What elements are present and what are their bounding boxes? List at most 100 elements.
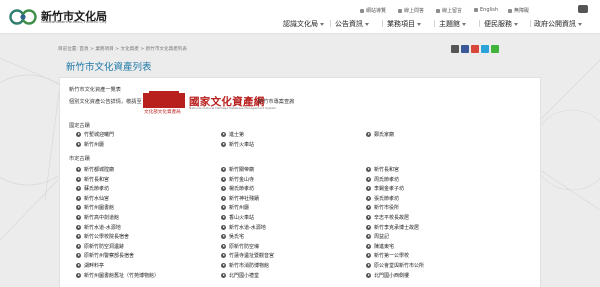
accessibility-link[interactable]: 無障礙	[508, 7, 529, 14]
list-item-label: 新竹長和宮	[374, 167, 400, 173]
site-header: 新竹市文化局 Cultural Affairs Bureau, Hsinchu …	[0, 0, 600, 34]
list-item-label: 新竹水仙宮	[84, 195, 110, 202]
list-item[interactable]: 李錫金孝子坊	[366, 185, 404, 192]
list-item[interactable]: 辛志平校長故居	[366, 214, 409, 221]
sitemap-link[interactable]: 網站導覽	[360, 7, 386, 14]
twitter-icon[interactable]	[481, 45, 489, 53]
list-item[interactable]: 新竹李克承博士故居	[366, 224, 419, 231]
nav-item-open-info[interactable]: 政府公開資訊	[534, 19, 582, 29]
list-item-label: 北門國小禮堂	[229, 272, 260, 279]
list-item[interactable]: 張氏節孝坊	[366, 195, 399, 202]
print-icon[interactable]	[451, 45, 459, 53]
list-item[interactable]: 新竹水道-水源地	[76, 224, 121, 231]
list-item-label: 竹塹城迎曦門	[84, 132, 115, 138]
nav-item-themes[interactable]: 主題館	[439, 19, 466, 29]
list-item-label: 新竹市役所	[374, 205, 400, 212]
list-item[interactable]: 原新竹防空洞遺跡	[76, 243, 124, 250]
banner-caption: 文化部文化資產局	[144, 110, 181, 115]
list-item-label: 吳氏宅	[229, 234, 245, 241]
list-item-label: 蘇氏節孝坊	[84, 186, 110, 193]
list-item[interactable]: 新竹公學校院長宿舍	[76, 233, 129, 240]
list-item[interactable]: 新竹水道-水源地	[221, 224, 266, 231]
play-bullet-icon	[221, 195, 226, 201]
list-item-label: 鄭氏家廟	[374, 132, 395, 138]
nav-item-announcements[interactable]: 公告資訊	[335, 19, 369, 29]
play-bullet-icon	[221, 205, 226, 211]
list-item[interactable]: 新竹長和宮	[366, 166, 399, 173]
list-item[interactable]: 北門國小禮堂	[221, 272, 259, 279]
list-item[interactable]: 新竹州圖書館舊址（竹苑博物館）	[76, 272, 159, 279]
nav-item-about[interactable]: 認識文化局	[283, 19, 324, 29]
list-item-label: 新竹州廳	[84, 142, 105, 148]
list-item[interactable]: 陳進東宅	[366, 243, 394, 250]
list-item[interactable]: 新竹水仙宮	[76, 195, 109, 202]
list-item[interactable]: 新竹都城隍廟	[76, 166, 114, 173]
list-item-label: 新竹公學校院長宿舍	[84, 234, 130, 241]
link-suffix-text: 新竹市專案查詢	[258, 99, 295, 105]
list-item[interactable]: 湖畔料亭	[76, 262, 104, 269]
list-item[interactable]: 新竹市消防博物館	[221, 262, 269, 269]
play-bullet-icon	[76, 224, 81, 230]
faq-link[interactable]: 線上問答	[398, 7, 424, 14]
list-item[interactable]: 原新竹州警察部長宿舍	[76, 252, 134, 259]
faq-label: 線上問答	[404, 8, 425, 14]
list-item[interactable]: 新竹州廳	[221, 204, 249, 211]
english-link[interactable]: English	[474, 7, 498, 13]
list-item[interactable]: 竹塹城迎曦門	[76, 131, 114, 138]
list-item[interactable]: 楊氏節孝坊	[221, 185, 254, 192]
list-item[interactable]: 北門國小西側樓	[366, 272, 409, 279]
nav-item-business[interactable]: 業務項目	[387, 19, 421, 29]
play-bullet-icon	[221, 132, 226, 137]
list-item-label: 新竹長和宮	[84, 176, 110, 183]
play-bullet-icon	[366, 243, 371, 249]
play-bullet-icon	[76, 205, 81, 211]
list-item[interactable]: 新竹州圖書館	[76, 204, 114, 211]
banner-subtitle: National Cultural Heritage Database Mana…	[189, 106, 277, 110]
bureau-logo[interactable]	[9, 7, 39, 27]
banner-building-shape	[143, 93, 185, 108]
list-item[interactable]: 竹蓮寺遺址暨觀音宮	[221, 252, 274, 259]
nav-divider	[330, 20, 331, 27]
nav-item-services[interactable]: 便民服務	[484, 19, 518, 29]
list-item[interactable]: 周益記	[366, 233, 389, 240]
list-item[interactable]: 吳氏宅	[221, 233, 244, 240]
play-bullet-icon	[366, 234, 371, 240]
accessibility-label: 無障礙	[514, 8, 530, 14]
list-item-label: 新竹關帝廟	[229, 167, 255, 173]
list-item[interactable]: 新竹金山寺	[221, 176, 254, 183]
play-bullet-icon	[76, 195, 81, 201]
list-item-label: 竹蓮寺遺址暨觀音宮	[229, 253, 275, 260]
play-bullet-icon	[76, 215, 81, 220]
list-item[interactable]: 新竹第一公學校	[366, 252, 409, 259]
list-item[interactable]: 新竹高中劍道館	[76, 214, 119, 221]
list-item[interactable]: 進士第	[221, 131, 244, 138]
message-link[interactable]: 線上留言	[436, 7, 462, 14]
play-bullet-icon	[221, 142, 226, 147]
search-icon[interactable]	[578, 5, 588, 13]
facebook-icon[interactable]	[461, 45, 469, 53]
chevron-down-icon	[514, 22, 518, 26]
list-item[interactable]: 新竹火車站	[221, 141, 254, 148]
play-bullet-icon	[76, 243, 81, 249]
list-item[interactable]: 新竹長和宮	[76, 176, 109, 183]
list-item[interactable]: 新竹關帝廟	[221, 166, 254, 173]
list-item[interactable]: 周氏節孝坊	[366, 176, 399, 183]
nav-label: 認識文化局	[283, 20, 318, 28]
list-item[interactable]: 香山火車站	[221, 214, 254, 221]
play-bullet-icon	[76, 263, 81, 268]
line-icon[interactable]	[491, 45, 499, 53]
list-item-label: 周益記	[374, 234, 390, 241]
list-item[interactable]: 新竹神社殘蹟	[221, 195, 259, 202]
plurk-icon[interactable]	[471, 45, 479, 53]
list-item[interactable]: 新竹州廳	[76, 141, 104, 148]
list-item-label: 新竹都城隍廟	[84, 167, 115, 173]
play-bullet-icon	[76, 176, 81, 182]
list-item[interactable]: 鄭氏家廟	[366, 131, 394, 138]
list-item[interactable]: 原新竹防空壕	[221, 243, 259, 250]
list-item-label: 陳進東宅	[374, 243, 395, 250]
list-item[interactable]: 蘇氏節孝坊	[76, 185, 109, 192]
list-item[interactable]: 新竹市役所	[366, 204, 399, 211]
list-item[interactable]: 原公會堂與新竹市公所	[366, 262, 424, 269]
list-item-label: 辛志平校長故居	[374, 215, 410, 221]
play-bullet-icon	[366, 195, 371, 201]
